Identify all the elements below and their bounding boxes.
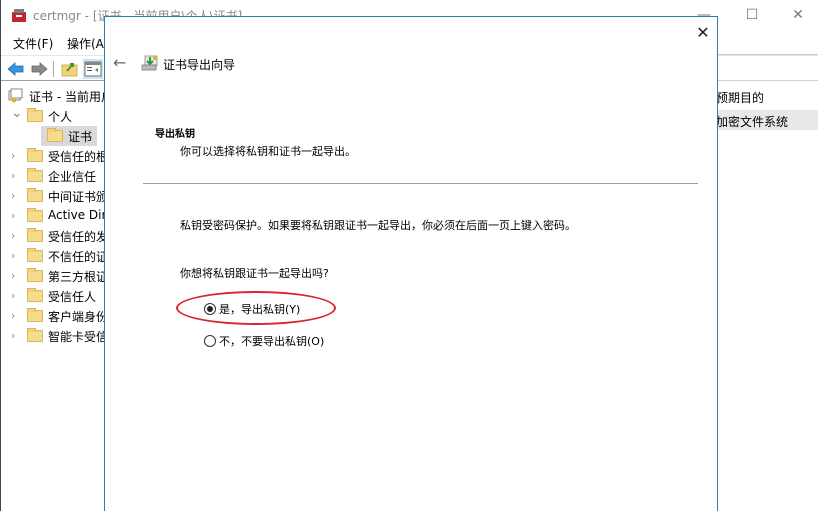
certmgr-app-icon	[12, 9, 26, 22]
folder-icon	[27, 208, 43, 222]
wizard-title: 证书导出向导	[163, 58, 236, 72]
tree-root-label: 证书 - 当前用户	[29, 90, 111, 104]
tree-item[interactable]: › 受信任的发	[1, 226, 111, 246]
chevron-right-icon[interactable]: ›	[11, 189, 21, 202]
tree-item-label: 第三方根证	[48, 270, 109, 284]
tree-item[interactable]: 证书	[1, 126, 111, 146]
chevron-right-icon[interactable]: ›	[11, 149, 21, 162]
tree-root[interactable]: 证书 - 当前用户	[1, 86, 111, 106]
radio-export-private-key-no[interactable]: 不，不要导出私钥(O)	[204, 333, 324, 349]
list-row[interactable]: 加密文件系统	[716, 110, 818, 130]
folder-icon	[27, 288, 43, 302]
toolbar-separator	[53, 61, 54, 77]
radio-export-private-key-yes[interactable]: 是，导出私钥(Y)	[204, 301, 300, 317]
tree-item-label: 中间证书颁	[48, 190, 109, 204]
console-tree: 证书 - 当前用户 ⌄ 个人证书 › 受信任的根 › 企业信任 › 中间证书颁 › Active …	[1, 86, 111, 511]
chevron-right-icon[interactable]: ›	[11, 209, 21, 222]
chevron-right-icon[interactable]: ›	[11, 169, 21, 182]
folder-icon	[27, 168, 43, 182]
forward-icon[interactable]	[29, 59, 49, 79]
tree-item[interactable]: › 第三方根证	[1, 266, 111, 286]
folder-icon	[27, 108, 43, 122]
menu-file[interactable]: 文件(F)	[13, 35, 53, 52]
tree-item[interactable]: ⌄ 个人	[1, 106, 111, 126]
maximize-button[interactable]: ☐	[729, 0, 775, 30]
tree-item[interactable]: › Active Dire	[1, 206, 111, 226]
tree-item-label: 受信任的根	[48, 150, 109, 164]
tree-item-label: 智能卡受信	[48, 330, 109, 344]
back-arrow-icon: ←	[113, 53, 127, 72]
tree-item-label: Active Dire	[48, 208, 111, 222]
intended-purpose-cell: 加密文件系统	[716, 115, 789, 129]
chevron-down-icon[interactable]: ⌄	[11, 106, 23, 121]
tree-item[interactable]: › 企业信任	[1, 166, 111, 186]
tree-item-label: 客户端身份	[48, 310, 109, 324]
folder-icon	[27, 328, 43, 342]
menu-action[interactable]: 操作(A)	[67, 35, 109, 52]
radio-button-checked[interactable]	[204, 303, 216, 315]
up-folder-icon[interactable]	[60, 59, 80, 79]
tree-item[interactable]: › 客户端身份	[1, 306, 111, 326]
header-divider	[143, 183, 698, 184]
certificate-export-wizard-dialog: ✕ ← 证书导出向导 导出私钥 你可以选择将私钥和证书一起导出。 私钥受密码保护…	[104, 16, 718, 511]
section-heading: 导出私钥	[155, 129, 195, 140]
close-icon: ✕	[696, 23, 710, 42]
chevron-right-icon[interactable]: ›	[11, 309, 21, 322]
tree-item[interactable]: › 受信任人	[1, 286, 111, 306]
tree-item-label: 受信任人	[48, 290, 97, 304]
chevron-right-icon[interactable]: ›	[11, 229, 21, 242]
folder-icon	[27, 308, 43, 322]
maximize-icon: ☐	[745, 7, 759, 23]
right-pane-header-line	[716, 80, 818, 81]
tree-item-label: 企业信任	[48, 170, 97, 184]
folder-icon	[27, 268, 43, 282]
folder-icon	[27, 148, 43, 162]
chevron-right-icon[interactable]: ›	[11, 289, 21, 302]
tree-item-label: 证书	[68, 130, 93, 144]
tree-item[interactable]: › 受信任的根	[1, 146, 111, 166]
tree-item-label: 不信任的证	[48, 250, 109, 264]
right-pane-border	[716, 54, 818, 55]
password-info-text: 私钥受密码保护。如果要将私钥跟证书一起导出，你必须在后面一页上键入密码。	[180, 219, 576, 232]
tree-item-label: 个人	[48, 110, 73, 124]
radio-button-unchecked[interactable]	[204, 335, 216, 347]
certificate-export-icon	[141, 55, 158, 71]
folder-icon	[27, 188, 43, 202]
chevron-right-icon[interactable]: ›	[11, 329, 21, 342]
folder-icon	[27, 228, 43, 242]
export-question: 你想将私钥跟证书一起导出吗?	[180, 267, 329, 280]
radio-label: 是，导出私钥(Y)	[219, 303, 301, 316]
tree-item[interactable]: › 智能卡受信	[1, 326, 111, 346]
close-icon: ✕	[792, 7, 804, 23]
wizard-back-button[interactable]: ←	[113, 54, 131, 72]
back-icon[interactable]	[6, 59, 26, 79]
tree-item[interactable]: › 不信任的证	[1, 246, 111, 266]
column-header-intended-purposes[interactable]: 预期目的	[716, 89, 764, 106]
tree-item[interactable]: › 中间证书颁	[1, 186, 111, 206]
certificates-store-icon	[8, 88, 23, 103]
tree-item-label: 受信任的发	[48, 230, 109, 244]
chevron-right-icon[interactable]: ›	[11, 269, 21, 282]
radio-label: 不，不要导出私钥(O)	[219, 335, 325, 348]
section-subtitle: 你可以选择将私钥和证书一起导出。	[180, 145, 356, 158]
show-hide-console-tree-icon[interactable]	[83, 59, 103, 79]
chevron-right-icon[interactable]: ›	[11, 249, 21, 262]
folder-icon	[47, 128, 63, 142]
folder-icon	[27, 248, 43, 262]
wizard-close-button[interactable]: ✕	[693, 23, 713, 43]
close-button[interactable]: ✕	[775, 0, 818, 30]
